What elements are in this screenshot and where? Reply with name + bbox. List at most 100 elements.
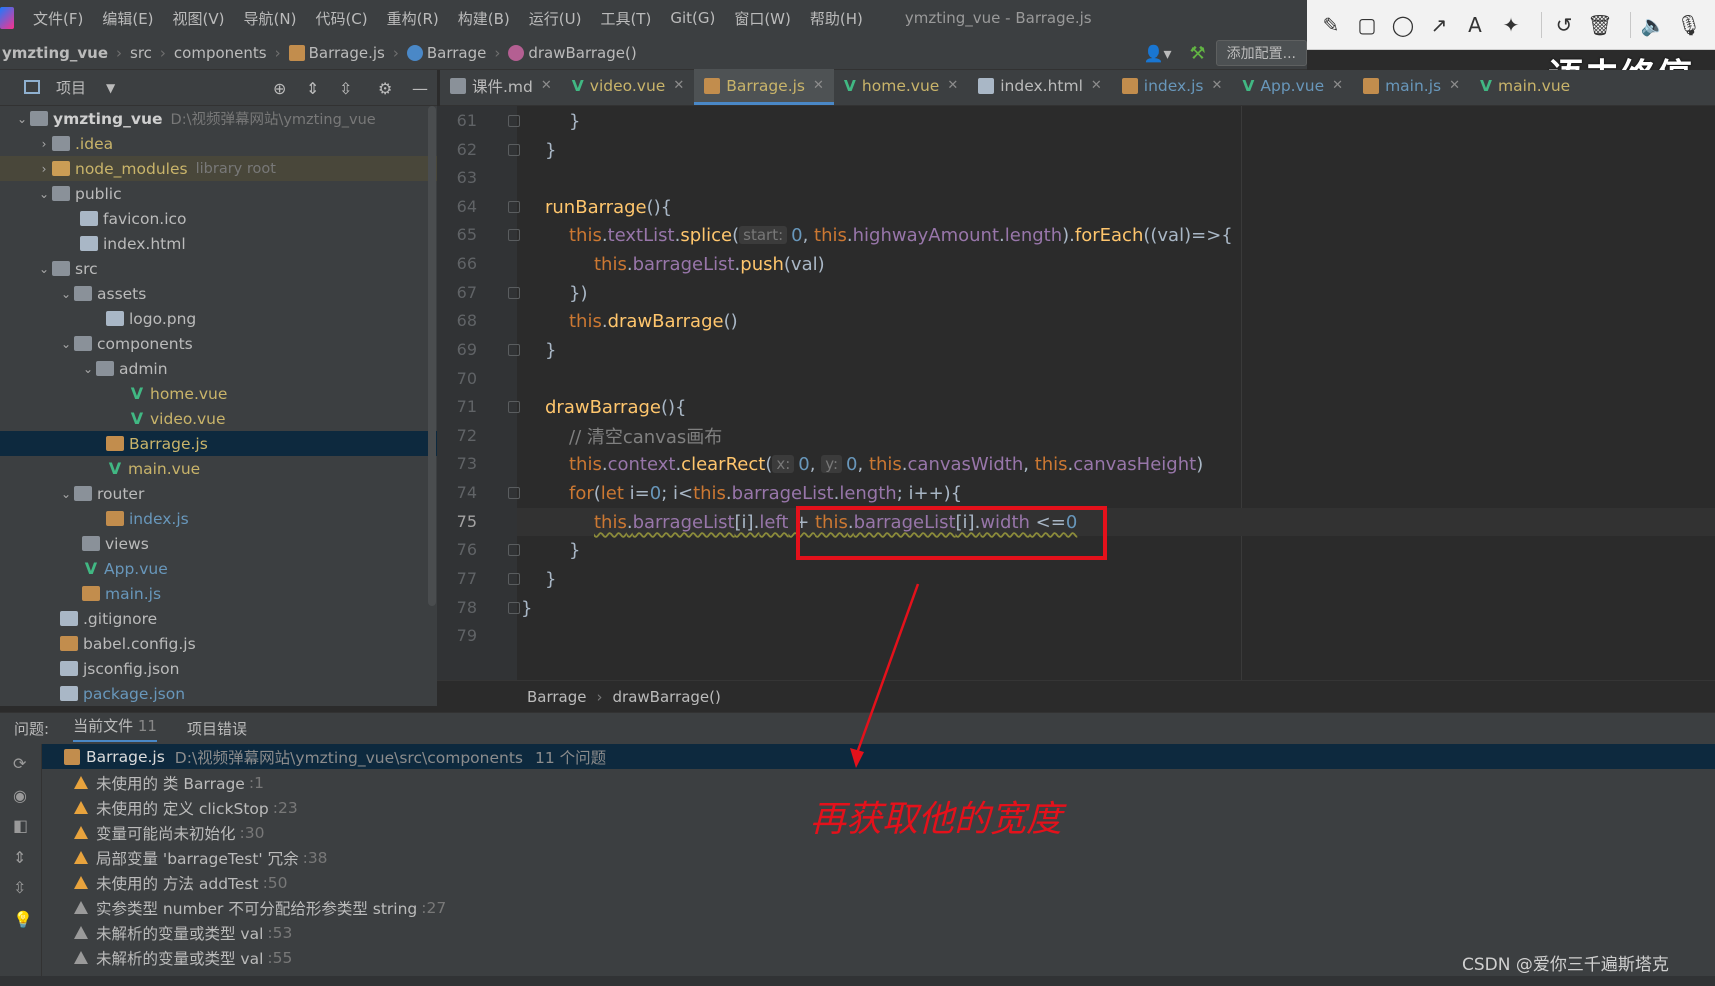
tree-item-logo[interactable]: logo.png [0,306,437,331]
tree-item-home-vue[interactable]: V home.vue [0,381,437,406]
close-icon[interactable]: ✕ [1332,78,1343,93]
problem-item[interactable]: 变量可能尚未初始化:30 [74,820,264,845]
chevron-down-icon[interactable]: ⌄ [58,487,74,501]
problem-item[interactable]: 未使用的 定义 clickStop:23 [74,795,298,820]
tree-item-router[interactable]: ⌄ router [0,481,437,506]
tab-main-js[interactable]: main.js ✕ [1353,69,1470,105]
minimize-icon[interactable]: — [412,79,428,98]
code-editor[interactable] [517,106,1715,680]
problem-item[interactable]: 局部变量 'barrageTest' 冗余:38 [74,845,328,870]
collapse-icon[interactable]: ⇳ [13,878,26,897]
menu-refactor[interactable]: 重构(R) [387,8,439,29]
chevron-down-icon[interactable]: ⌄ [80,362,96,376]
tree-item-assets[interactable]: ⌄ assets [0,281,437,306]
tab-index-html[interactable]: index.html ✕ [968,69,1112,105]
fold-marker-icon[interactable] [508,287,520,299]
tree-item-gitignore[interactable]: .gitignore [0,606,437,631]
problem-item[interactable]: 实参类型 number 不可分配给形参类型 string:27 [74,895,446,920]
tab-home-vue[interactable]: Vhome.vue ✕ [834,69,968,105]
lightbulb-icon[interactable]: 💡 [13,910,33,929]
tree-item-node-modules[interactable]: › node_modules library root [0,156,437,181]
build-hammer-icon[interactable]: ⚒ [1190,43,1206,64]
chevron-down-icon[interactable]: ⌄ [14,112,30,126]
user-icon[interactable]: 👤▾ [1144,44,1172,63]
menu-help[interactable]: 帮助(H) [810,8,863,29]
refresh-icon[interactable]: ⟳ [13,754,26,773]
menu-run[interactable]: 运行(U) [529,8,582,29]
close-icon[interactable]: ✕ [673,78,684,93]
chevron-right-icon[interactable]: › [36,137,52,151]
locate-icon[interactable]: ⊕ [273,79,286,98]
expand-icon[interactable]: ⇕ [13,848,26,867]
menu-git[interactable]: Git(G) [670,9,715,27]
breadcrumb-file[interactable]: Barrage.js [309,44,385,62]
close-icon[interactable]: ✕ [947,78,958,93]
breadcrumb-components[interactable]: components [174,44,267,62]
undo-icon[interactable]: ↺ [1550,11,1578,39]
chevron-down-icon[interactable]: ▼ [106,81,115,95]
menu-tools[interactable]: 工具(T) [600,8,651,29]
speaker-icon[interactable]: 🔈 [1639,11,1667,39]
fold-marker-icon[interactable] [508,229,520,241]
breadcrumb-src[interactable]: src [130,44,152,62]
problem-item[interactable]: 未使用的 方法 addTest:50 [74,870,288,895]
fold-marker-icon[interactable] [508,401,520,413]
expand-all-icon[interactable]: ⇕ [306,79,319,98]
tree-item-package-json[interactable]: package.json [0,681,437,706]
breadcrumb-project[interactable]: ymzting_vue [2,44,108,62]
close-icon[interactable]: ✕ [1449,78,1460,93]
menu-window[interactable]: 窗口(W) [734,8,791,29]
tree-item-barrage-js[interactable]: Barrage.js [0,431,437,456]
tree-item-project-root[interactable]: ⌄ ymzting_vue D:\视频弹幕网站\ymzting_vue [0,106,437,131]
tree-scrollbar[interactable] [428,106,436,606]
tree-item-admin[interactable]: ⌄ admin [0,356,437,381]
ellipse-icon[interactable]: ◯ [1389,11,1417,39]
menu-file[interactable]: 文件(F) [33,8,83,29]
chevron-down-icon[interactable]: ⌄ [36,262,52,276]
rectangle-icon[interactable]: ▢ [1353,11,1381,39]
close-icon[interactable]: ✕ [1091,78,1102,93]
tree-item-main-js[interactable]: main.js [0,581,437,606]
menu-navigate[interactable]: 导航(N) [244,8,297,29]
fold-marker-icon[interactable] [508,144,520,156]
add-configuration-button[interactable]: 添加配置... [1215,40,1307,66]
tab-video-vue[interactable]: Vvideo.vue ✕ [562,69,694,105]
tree-item-views[interactable]: views [0,531,437,556]
tree-item-app-vue[interactable]: V App.vue [0,556,437,581]
menu-view[interactable]: 视图(V) [173,8,225,29]
chevron-down-icon[interactable]: ⌄ [36,187,52,201]
fold-marker-icon[interactable] [508,573,520,585]
problem-item[interactable]: 未解析的变量或类型 val:53 [74,920,292,945]
editor-breadcrumb-method[interactable]: drawBarrage() [613,688,721,706]
project-panel-title[interactable]: 项目 [56,77,86,98]
tree-item-index-html[interactable]: index.html [0,231,437,256]
tab-project-errors[interactable]: 项目错误 [187,718,247,739]
text-icon[interactable]: A [1461,11,1489,39]
menu-build[interactable]: 构建(B) [458,8,510,29]
tree-item-idea[interactable]: › .idea [0,131,437,156]
fold-marker-icon[interactable] [508,487,520,499]
problem-item[interactable]: 未解析的变量或类型 val:55 [74,945,292,970]
tree-item-components[interactable]: ⌄ components [0,331,437,356]
delete-icon[interactable]: 🗑 [1586,11,1614,39]
tree-item-main-vue[interactable]: V main.vue [0,456,437,481]
fold-marker-icon[interactable] [508,602,520,614]
breadcrumb-method[interactable]: drawBarrage() [528,44,636,62]
eye-icon[interactable]: ◉ [13,786,27,805]
arrow-icon[interactable]: ↗ [1425,11,1453,39]
tree-item-jsconfig[interactable]: jsconfig.json [0,656,437,681]
close-icon[interactable]: ✕ [1212,78,1223,93]
menu-code[interactable]: 代码(C) [315,8,367,29]
fold-marker-icon[interactable] [508,115,520,127]
tree-item-favicon[interactable]: favicon.ico [0,206,437,231]
collapse-all-icon[interactable]: ⇳ [339,79,352,98]
tab-index-js[interactable]: index.js ✕ [1112,69,1233,105]
fold-marker-icon[interactable] [508,344,520,356]
chevron-right-icon[interactable]: › [36,162,52,176]
preview-icon[interactable]: ◧ [13,816,28,835]
problem-item[interactable]: 未使用的 类 Barrage:1 [74,770,264,795]
close-icon[interactable]: ✕ [541,78,552,93]
menu-edit[interactable]: 编辑(E) [102,8,153,29]
tab-barrage-js[interactable]: Barrage.js ✕ [694,69,834,105]
tree-item-babel-config[interactable]: babel.config.js [0,631,437,656]
